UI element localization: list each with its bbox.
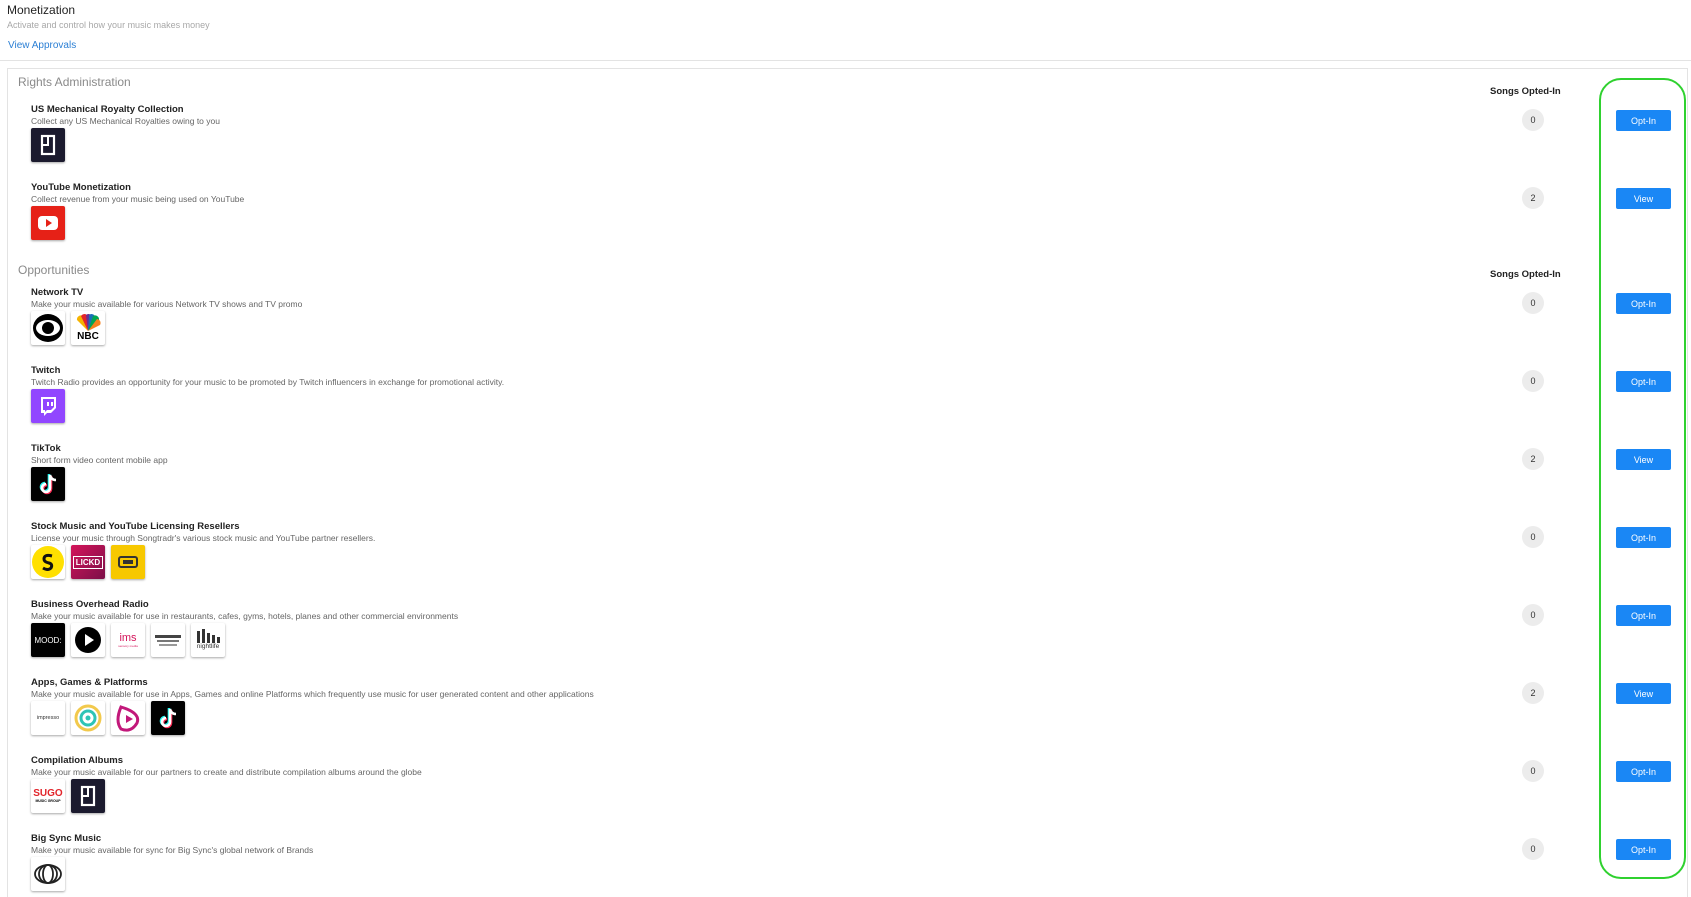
page-header: Monetization Activate and control how yo… bbox=[0, 0, 1691, 61]
item-logos: NBC bbox=[31, 311, 105, 345]
songtradr-logo bbox=[71, 779, 105, 813]
list-item-youtube-monetization: YouTube Monetization Collect revenue fro… bbox=[0, 182, 1691, 260]
opt-in-button[interactable]: Opt-In bbox=[1616, 293, 1671, 314]
item-description: Collect revenue from your music being us… bbox=[31, 194, 245, 204]
songs-opted-in-count: 0 bbox=[1522, 604, 1544, 626]
triller-logo bbox=[111, 701, 145, 735]
sugo-logo-subtext: MUSIC GROUP bbox=[35, 798, 61, 803]
songs-opted-in-count: 0 bbox=[1522, 292, 1544, 314]
songs-opted-in-header: Songs Opted-In bbox=[1490, 86, 1561, 97]
item-logos bbox=[31, 467, 65, 501]
ims-logo: ims sensory media bbox=[111, 623, 145, 657]
impresso-logo: impresso bbox=[31, 701, 65, 735]
twitch-logo bbox=[31, 389, 65, 423]
section-title-rights: Rights Administration bbox=[18, 75, 131, 89]
item-logos bbox=[31, 857, 65, 891]
list-item-apps-games-platforms: Apps, Games & Platforms Make your music … bbox=[0, 677, 1691, 755]
nightlife-logo-text: nightlife bbox=[196, 643, 220, 650]
songs-opted-in-count: 0 bbox=[1522, 526, 1544, 548]
spiral-logo bbox=[71, 701, 105, 735]
songtradr-logo bbox=[31, 128, 65, 162]
ims-logo-subtext: sensory media bbox=[118, 643, 138, 648]
bigsync-logo bbox=[31, 857, 65, 891]
opt-in-button[interactable]: Opt-In bbox=[1616, 761, 1671, 782]
item-name: Business Overhead Radio bbox=[31, 599, 149, 610]
stock-s-logo bbox=[31, 545, 65, 579]
songs-opted-in-count: 0 bbox=[1522, 838, 1544, 860]
item-description: Make your music available for use in App… bbox=[31, 689, 594, 699]
item-logos bbox=[31, 128, 65, 162]
cbs-logo bbox=[31, 311, 65, 345]
play-logo bbox=[71, 623, 105, 657]
nbc-logo-text: NBC bbox=[77, 331, 99, 342]
list-item-us-mechanical: US Mechanical Royalty Collection Collect… bbox=[0, 104, 1691, 182]
list-item-tiktok: TikTok Short form video content mobile a… bbox=[0, 443, 1691, 521]
item-name: Apps, Games & Platforms bbox=[31, 677, 148, 688]
list-item-twitch: Twitch Twitch Radio provides an opportun… bbox=[0, 365, 1691, 443]
ims-logo-text: ims bbox=[119, 631, 137, 644]
item-description: Make your music available for our partne… bbox=[31, 767, 422, 777]
item-name: US Mechanical Royalty Collection bbox=[31, 104, 184, 115]
list-item-stock-music: Stock Music and YouTube Licensing Resell… bbox=[0, 521, 1691, 599]
view-approvals-link[interactable]: View Approvals bbox=[8, 40, 76, 51]
item-description: Make your music available for sync for B… bbox=[31, 845, 314, 855]
list-item-business-overhead-radio: Business Overhead Radio Make your music … bbox=[0, 599, 1691, 677]
section-title-opportunities: Opportunities bbox=[18, 263, 90, 277]
item-name: Twitch bbox=[31, 365, 61, 376]
list-item-big-sync-music: Big Sync Music Make your music available… bbox=[0, 833, 1691, 897]
item-description: Collect any US Mechanical Royalties owin… bbox=[31, 116, 220, 126]
opt-in-button[interactable]: Opt-In bbox=[1616, 527, 1671, 548]
songs-opted-in-count: 0 bbox=[1522, 109, 1544, 131]
item-description: Make your music available for use in res… bbox=[31, 611, 459, 621]
item-name: Network TV bbox=[31, 287, 84, 298]
page-title: Monetization bbox=[7, 3, 76, 17]
list-item-compilation-albums: Compilation Albums Make your music avail… bbox=[0, 755, 1691, 833]
reseller-logo bbox=[111, 545, 145, 579]
opt-in-button[interactable]: Opt-In bbox=[1616, 110, 1671, 131]
youtube-logo bbox=[31, 206, 65, 240]
view-button[interactable]: View bbox=[1616, 449, 1671, 470]
item-logos bbox=[31, 206, 65, 240]
item-name: Compilation Albums bbox=[31, 755, 124, 766]
item-logos bbox=[31, 389, 65, 423]
view-button[interactable]: View bbox=[1616, 188, 1671, 209]
list-item-network-tv: Network TV Make your music available for… bbox=[0, 287, 1691, 365]
impresso-logo-text: impresso bbox=[36, 715, 60, 721]
item-name: YouTube Monetization bbox=[31, 182, 131, 193]
nbc-logo: NBC bbox=[71, 311, 105, 345]
item-logos: LICKD bbox=[31, 545, 145, 579]
item-logos: SUGO MUSIC GROUP bbox=[31, 779, 105, 813]
musicstore-logo bbox=[151, 623, 185, 657]
opt-in-button[interactable]: Opt-In bbox=[1616, 605, 1671, 626]
item-logos: MOOD: ims sensory media nightlife bbox=[31, 623, 225, 657]
songs-opted-in-count: 2 bbox=[1522, 187, 1544, 209]
item-logos: impresso bbox=[31, 701, 185, 735]
songs-opted-in-header: Songs Opted-In bbox=[1490, 269, 1561, 280]
mood-logo-text: MOOD: bbox=[34, 635, 62, 645]
tiktok-logo bbox=[151, 701, 185, 735]
item-description: Make your music available for various Ne… bbox=[31, 299, 303, 309]
songs-opted-in-count: 2 bbox=[1522, 448, 1544, 470]
opt-in-button[interactable]: Opt-In bbox=[1616, 839, 1671, 860]
songs-opted-in-count: 2 bbox=[1522, 682, 1544, 704]
page-subtitle: Activate and control how your music make… bbox=[7, 20, 210, 30]
item-name: Big Sync Music bbox=[31, 833, 102, 844]
mood-logo: MOOD: bbox=[31, 623, 65, 657]
songs-opted-in-count: 0 bbox=[1522, 370, 1544, 392]
item-name: TikTok bbox=[31, 443, 61, 454]
item-description: Short form video content mobile app bbox=[31, 455, 168, 465]
songs-opted-in-count: 0 bbox=[1522, 760, 1544, 782]
sugo-logo-text: SUGO bbox=[33, 787, 63, 799]
nightlife-logo: nightlife bbox=[191, 623, 225, 657]
opt-in-button[interactable]: Opt-In bbox=[1616, 371, 1671, 392]
lickd-logo-text: LICKD bbox=[72, 555, 104, 569]
view-button[interactable]: View bbox=[1616, 683, 1671, 704]
item-description: Twitch Radio provides an opportunity for… bbox=[31, 377, 505, 387]
lickd-logo: LICKD bbox=[71, 545, 105, 579]
tiktok-logo bbox=[31, 467, 65, 501]
item-name: Stock Music and YouTube Licensing Resell… bbox=[31, 521, 240, 532]
item-description: License your music through Songtradr's v… bbox=[31, 533, 376, 543]
sugo-logo: SUGO MUSIC GROUP bbox=[31, 779, 65, 813]
